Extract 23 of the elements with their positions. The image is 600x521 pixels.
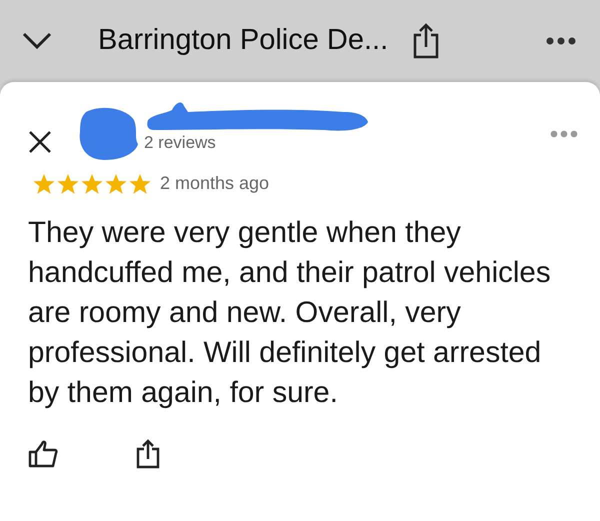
chevron-down-icon <box>22 32 52 50</box>
star-icon <box>104 172 128 194</box>
like-button[interactable] <box>28 440 58 468</box>
star-icon <box>32 172 56 194</box>
place-title: Barrington Police De... <box>98 23 388 58</box>
close-button[interactable] <box>28 130 52 154</box>
more-icon <box>550 130 578 138</box>
share-button[interactable] <box>412 23 440 59</box>
share-icon <box>136 439 160 469</box>
review-more-button[interactable] <box>550 130 578 138</box>
review-count: 2 reviews <box>144 132 217 154</box>
review-text: They were very gentle when they handcuffed me, and their patrol vehicles are roomy and new. Overall, very professional. Will definitely get arrested by them again, for sure. <box>28 215 552 411</box>
share-button[interactable] <box>136 439 160 469</box>
more-icon <box>546 37 576 45</box>
star-icon <box>56 172 80 194</box>
thumbs-up-icon <box>28 440 58 468</box>
more-button[interactable] <box>546 37 576 45</box>
review-date: 2 months ago <box>160 172 270 195</box>
star-icon <box>128 172 152 194</box>
share-icon <box>412 23 440 59</box>
star-icon <box>80 172 104 194</box>
close-icon <box>28 130 52 154</box>
collapse-button[interactable] <box>22 32 52 50</box>
